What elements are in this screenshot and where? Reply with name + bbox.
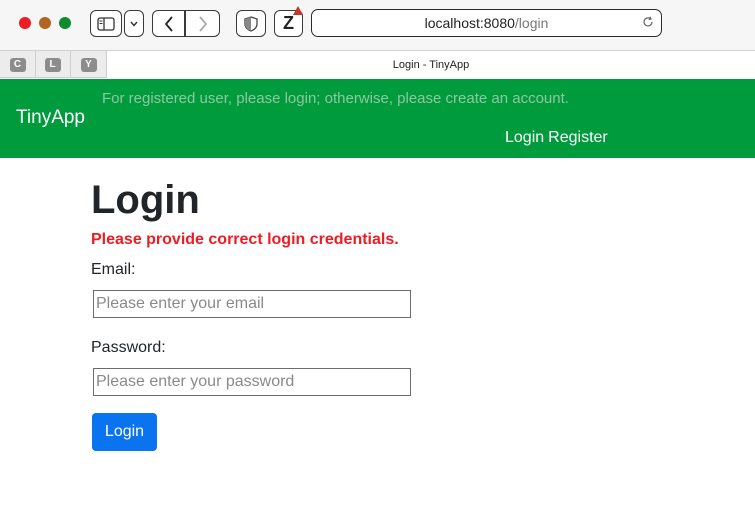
back-button[interactable]	[152, 10, 185, 37]
zoom-window-button[interactable]	[59, 17, 71, 29]
address-bar[interactable]: localhost:8080/login	[311, 9, 662, 37]
nav-links: Login Register	[505, 129, 612, 147]
reload-icon[interactable]	[642, 15, 654, 31]
url-path: /login	[514, 15, 549, 31]
chevron-left-icon	[164, 15, 173, 32]
pinned-tab-c[interactable]: C	[0, 51, 36, 78]
tab-title: Login - TinyApp	[392, 58, 470, 71]
chevron-down-icon	[130, 21, 138, 27]
email-label: Email:	[91, 261, 136, 278]
shield-icon	[244, 15, 258, 32]
password-label: Password:	[91, 339, 166, 356]
browser-toolbar: Z localhost:8080/login	[0, 0, 755, 50]
site-navbar: TinyApp For registered user, please logi…	[0, 79, 755, 158]
navbar-message: For registered user, please login; other…	[102, 90, 569, 107]
forward-button[interactable]	[185, 10, 220, 37]
pinned-tab-y[interactable]: Y	[71, 51, 107, 78]
sidebar-dropdown-button[interactable]	[124, 10, 144, 37]
warning-badge-icon	[293, 6, 303, 15]
minimize-window-button[interactable]	[39, 17, 51, 29]
sidebar-icon	[97, 16, 115, 31]
privacy-report-button[interactable]	[236, 10, 266, 37]
pinned-tab-c-icon: C	[9, 57, 26, 72]
tab-login[interactable]: Login - TinyApp	[107, 51, 755, 78]
chevron-right-icon	[198, 15, 207, 32]
close-window-button[interactable]	[19, 17, 31, 29]
pinned-tab-y-icon: Y	[80, 57, 97, 72]
sidebar-toggle-button[interactable]	[90, 10, 122, 37]
nav-login-link[interactable]: Login	[505, 129, 544, 146]
pinned-tab-l-icon: L	[44, 57, 61, 72]
password-field[interactable]	[93, 368, 411, 396]
login-button[interactable]: Login	[92, 413, 157, 451]
pinned-tab-l[interactable]: L	[35, 51, 71, 78]
brand-link[interactable]: TinyApp	[16, 107, 85, 129]
extension-z-label: Z	[283, 13, 294, 33]
url-host: localhost:8080	[424, 15, 515, 31]
page-title: Login	[91, 178, 200, 222]
extension-z-button[interactable]: Z	[274, 6, 303, 37]
error-message: Please provide correct login credentials…	[91, 231, 399, 248]
nav-register-link[interactable]: Register	[548, 129, 608, 146]
email-field[interactable]	[93, 290, 411, 318]
tab-bar: C L Y Login - TinyApp	[0, 50, 755, 78]
